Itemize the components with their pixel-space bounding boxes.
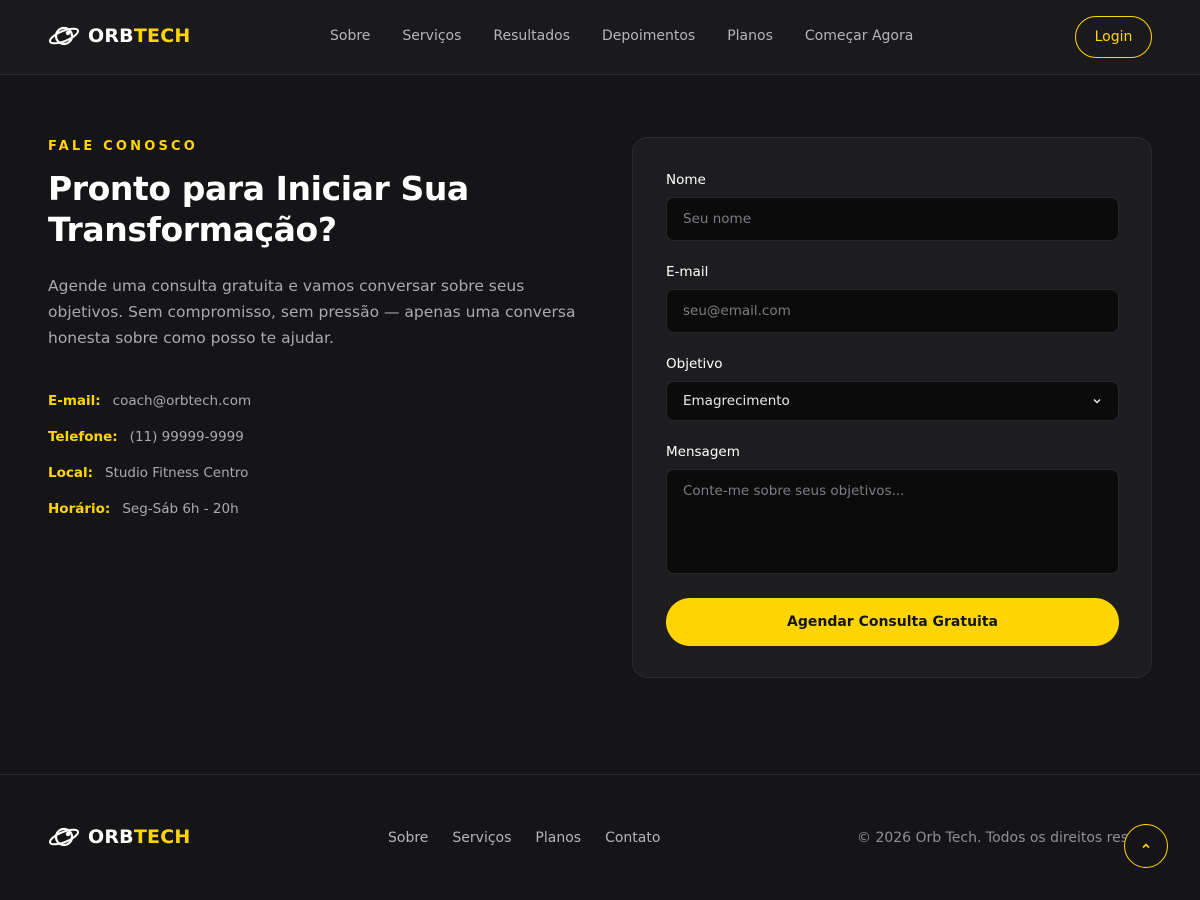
footer-brand-logo[interactable]: ORBTECH: [48, 825, 190, 849]
message-label: Mensagem: [666, 444, 740, 460]
email-label: E-mail: [666, 264, 709, 280]
section-title: Pronto para Iniciar Sua Transformação?: [48, 169, 469, 249]
contact-item-email: E-mail: coach@orbtech.com: [48, 383, 251, 419]
site-header: ORBTECH Sobre Serviços Resultados Depoim…: [0, 0, 1200, 75]
nav-item-comecar-agora[interactable]: Começar Agora: [805, 28, 913, 44]
goal-label: Objetivo: [666, 356, 723, 372]
brand-logo[interactable]: ORBTECH: [48, 24, 190, 48]
name-label: Nome: [666, 172, 706, 188]
planet-icon: [48, 26, 80, 46]
submit-button[interactable]: Agendar Consulta Gratuita: [666, 598, 1119, 646]
contact-value: coach@orbtech.com: [112, 393, 252, 409]
brand-part-tech: TECH: [133, 826, 191, 848]
contact-label: Local:: [48, 465, 94, 481]
contact-label: Telefone:: [48, 429, 118, 445]
contact-value: Studio Fitness Centro: [105, 465, 249, 481]
contact-form: Nome Seu nome E-mail seu@email.com Objet…: [632, 137, 1152, 678]
copyright-text: © 2026 Orb Tech. Todos os direitos reser…: [857, 830, 1135, 846]
section-eyebrow: FALE CONOSCO: [48, 139, 199, 154]
footer-link-contato[interactable]: Contato: [605, 830, 660, 846]
contact-item-phone: Telefone: (11) 99999-9999: [48, 419, 251, 455]
contact-item-location: Local: Studio Fitness Centro: [48, 455, 251, 491]
contact-label: E-mail:: [48, 393, 101, 409]
planet-icon: [48, 827, 80, 847]
contact-details: E-mail: coach@orbtech.com Telefone: (11)…: [48, 383, 251, 527]
nav-item-servicos[interactable]: Serviços: [402, 28, 461, 44]
name-placeholder: Seu nome: [683, 211, 751, 227]
message-placeholder: Conte-me sobre seus objetivos...: [683, 483, 905, 499]
message-textarea[interactable]: Conte-me sobre seus objetivos...: [666, 469, 1119, 574]
nav-item-planos[interactable]: Planos: [727, 28, 773, 44]
goal-selected-value: Emagrecimento: [683, 393, 790, 409]
section-description: Agende uma consulta gratuita e vamos con…: [48, 277, 576, 347]
footer-link-planos[interactable]: Planos: [535, 830, 581, 846]
brand-part-tech: TECH: [133, 25, 191, 47]
name-input[interactable]: Seu nome: [666, 197, 1119, 241]
email-placeholder: seu@email.com: [683, 303, 791, 319]
site-footer: ORBTECH Sobre Serviços Planos Contato © …: [0, 774, 1200, 900]
goal-select[interactable]: Emagrecimento: [666, 381, 1119, 421]
main-nav: Sobre Serviços Resultados Depoimentos Pl…: [330, 28, 913, 44]
contact-value: (11) 99999-9999: [129, 429, 244, 445]
scroll-top-button[interactable]: [1124, 824, 1168, 868]
chevron-up-icon: [1142, 843, 1150, 849]
email-input[interactable]: seu@email.com: [666, 289, 1119, 333]
footer-link-servicos[interactable]: Serviços: [452, 830, 511, 846]
brand-part-orb: ORB: [88, 826, 134, 848]
brand-part-orb: ORB: [88, 25, 134, 47]
footer-nav: Sobre Serviços Planos Contato: [388, 830, 660, 846]
nav-item-resultados[interactable]: Resultados: [493, 28, 570, 44]
nav-item-depoimentos[interactable]: Depoimentos: [602, 28, 695, 44]
login-button[interactable]: Login: [1075, 16, 1152, 58]
footer-link-sobre[interactable]: Sobre: [388, 830, 428, 846]
contact-value: Seg-Sáb 6h - 20h: [122, 501, 239, 517]
nav-item-sobre[interactable]: Sobre: [330, 28, 370, 44]
contact-label: Horário:: [48, 501, 111, 517]
contact-item-hours: Horário: Seg-Sáb 6h - 20h: [48, 491, 251, 527]
chevron-down-icon: [1093, 398, 1101, 404]
